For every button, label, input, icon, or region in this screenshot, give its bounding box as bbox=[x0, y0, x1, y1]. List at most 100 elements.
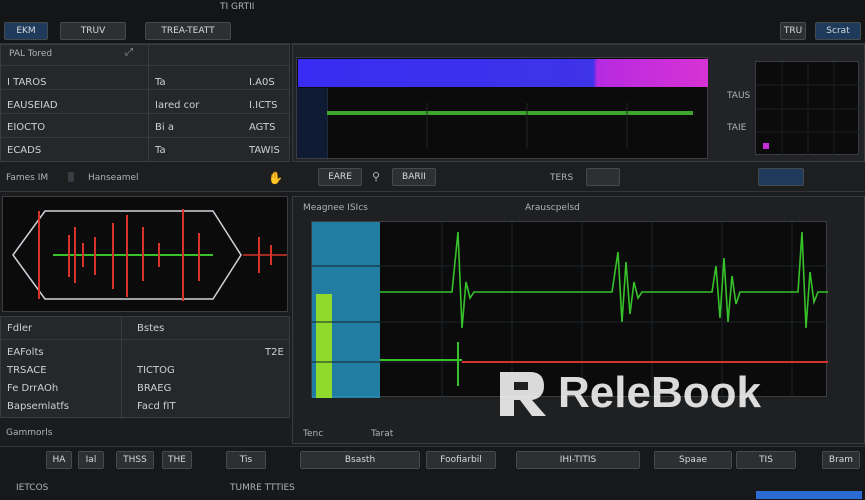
table-cell: I TAROS bbox=[7, 77, 47, 88]
footer-left-label: EARE bbox=[328, 172, 352, 182]
status-mid: TUMRE TTTIES bbox=[230, 483, 295, 493]
status-accent-bar bbox=[756, 491, 862, 499]
footer-right-button[interactable] bbox=[586, 168, 620, 186]
footer-mid-button[interactable]: BARII bbox=[392, 168, 436, 186]
display-label: TAIE bbox=[727, 123, 747, 133]
bottom-button-label: Spaae bbox=[679, 455, 707, 465]
watermark-logo: ReleBook bbox=[494, 366, 761, 420]
table-cell: Ta bbox=[155, 77, 166, 88]
bottom-button-2[interactable]: Ial bbox=[78, 451, 104, 469]
mini-scope bbox=[755, 61, 860, 156]
table-cell: I.ICTS bbox=[249, 100, 278, 111]
bottom-left-label: Gammorls bbox=[6, 428, 53, 438]
waveform-thumbnail bbox=[2, 196, 288, 312]
info-cell: Fe DrrAOh bbox=[7, 383, 59, 394]
toolbar-button-1[interactable]: EKM bbox=[4, 22, 48, 40]
bottom-button-label: THE bbox=[168, 455, 186, 465]
info-cell: BRAEG bbox=[137, 383, 172, 394]
bottom-button-4[interactable]: THE bbox=[162, 451, 192, 469]
display-label: TAUS bbox=[727, 91, 751, 101]
bottom-button-label: HA bbox=[52, 455, 66, 465]
toolbar-right-label-2: Scrat bbox=[826, 26, 850, 36]
bottom-button-7[interactable]: Foofiarbil bbox=[426, 451, 496, 469]
left-info-panel: Fdler Bstes EAFolts T2E TRSACE TICTOG Fe… bbox=[0, 316, 290, 419]
table-cell: I.A0S bbox=[249, 77, 275, 88]
bottom-button-11[interactable]: Bram bbox=[822, 451, 860, 469]
toolbar-label-4: TI GRTII bbox=[220, 2, 255, 12]
row-line bbox=[1, 65, 289, 66]
row-line bbox=[1, 339, 289, 340]
small-indicator bbox=[763, 143, 769, 149]
bottom-panel-label: Tenc bbox=[303, 429, 324, 439]
bottom-button-5[interactable]: Tis bbox=[226, 451, 266, 469]
info-cell: EAFolts bbox=[7, 347, 44, 358]
bottom-button-10[interactable]: TIS bbox=[736, 451, 796, 469]
table-cell: AGTS bbox=[249, 122, 276, 133]
spectrum-display bbox=[296, 57, 708, 159]
search-icon[interactable]: ⚲ bbox=[372, 170, 380, 183]
table-cell: Iared cor bbox=[155, 100, 200, 111]
bottom-button-6[interactable]: Bsasth bbox=[300, 451, 420, 469]
blue-segment bbox=[297, 88, 327, 158]
footer-mid-label: BARII bbox=[402, 172, 426, 182]
bottom-button-9[interactable]: Spaae bbox=[654, 451, 732, 469]
row-line bbox=[1, 89, 289, 90]
top-display-frame: TAUS TAIE bbox=[292, 44, 865, 162]
table-cell: EAUSEIAD bbox=[7, 100, 58, 111]
bottom-button-label: Foofiarbil bbox=[440, 455, 482, 465]
watermark-text: ReleBook bbox=[558, 368, 761, 417]
info-corner: T2E bbox=[265, 347, 284, 358]
toolbar-right-button-2[interactable]: Scrat bbox=[815, 22, 861, 40]
level-bar bbox=[298, 59, 708, 87]
bottom-button-3[interactable]: THSS bbox=[116, 451, 154, 469]
level-line bbox=[327, 111, 693, 115]
toolbar-label-3: TREA-TEATT bbox=[161, 26, 215, 36]
info-cell: TRSACE bbox=[7, 365, 47, 376]
info-header-b: Bstes bbox=[137, 323, 165, 334]
toolbar-right-label-1: TRU bbox=[783, 26, 803, 36]
toolbar-label-1: EKM bbox=[16, 26, 36, 36]
table-cell: Bi a bbox=[155, 122, 174, 133]
bottom-button-label: IHI-TITIS bbox=[559, 455, 597, 465]
waveform-thumbnail-svg bbox=[12, 209, 287, 301]
mini-scope-grid bbox=[756, 62, 860, 156]
channel-label: Fames IM bbox=[6, 173, 49, 183]
row-line bbox=[1, 137, 289, 138]
table-cell: ECADS bbox=[7, 145, 42, 156]
bottom-button-label: Bram bbox=[828, 455, 854, 465]
waveform-title: Arauscpelsd bbox=[525, 203, 580, 213]
toolbar-right-button-1[interactable]: TRU bbox=[780, 22, 806, 40]
info-cell: TICTOG bbox=[137, 365, 175, 376]
table-cell: EIOCTO bbox=[7, 122, 46, 133]
bottom-button-8[interactable]: IHI-TITIS bbox=[516, 451, 640, 469]
row-line bbox=[1, 113, 289, 114]
toolbar-label-2: TRUV bbox=[80, 26, 106, 36]
status-left: IETCOS bbox=[16, 483, 49, 493]
spectrum-svg bbox=[297, 59, 708, 159]
info-cell: Bapsemlatfs bbox=[7, 401, 69, 412]
top-toolbar: EKM TRUV TREA-TEATT TI GRTII TRU Scrat bbox=[0, 0, 865, 44]
bottom-button-label: Tis bbox=[239, 455, 253, 465]
toolbar-button-2[interactable]: TRUV bbox=[60, 22, 126, 40]
table-cell: Ta bbox=[155, 145, 166, 156]
bottom-button-label: Ial bbox=[85, 455, 97, 465]
bottom-bar: HA Ial THSS THE Tis Bsasth Foofiarbil IH… bbox=[0, 446, 865, 500]
waveform-sub: Meagnee ISIcs bbox=[303, 203, 368, 213]
watermark-r-icon bbox=[500, 372, 546, 416]
green-waveform bbox=[380, 231, 828, 329]
hand-icon[interactable]: ✋ bbox=[268, 171, 283, 185]
channel-toggle-icon[interactable] bbox=[68, 172, 74, 182]
toolbar-button-3[interactable]: TREA-TEATT bbox=[145, 22, 231, 40]
column-divider bbox=[121, 317, 122, 419]
channel-bar: Fames IM Hanseamel ✋ EARE ⚲ BARII TERS bbox=[0, 162, 865, 192]
info-cell: Facd fIT bbox=[137, 401, 176, 412]
channel-value: Hanseamel bbox=[88, 173, 139, 183]
info-header-a: Fdler bbox=[7, 323, 33, 334]
expand-icon[interactable]: ⤢ bbox=[125, 47, 133, 58]
column-divider bbox=[148, 45, 149, 163]
left-table-panel: PAL Tored ⤢ I TAROS Ta I.A0S EAUSEIAD Ia… bbox=[0, 44, 290, 163]
footer-left-button[interactable]: EARE bbox=[318, 168, 362, 186]
bottom-button-1[interactable]: HA bbox=[46, 451, 72, 469]
bottom-button-label: TIS bbox=[759, 455, 773, 465]
accent-button[interactable] bbox=[758, 168, 804, 186]
